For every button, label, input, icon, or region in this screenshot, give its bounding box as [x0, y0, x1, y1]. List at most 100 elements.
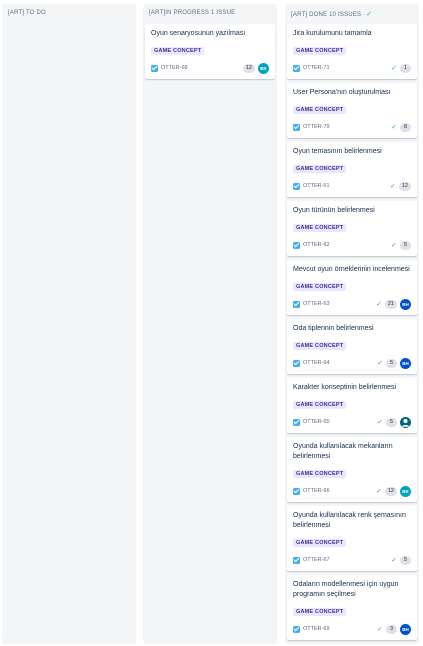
issue-card[interactable]: User Persona'nın oluşturulması GAME CONCE… [287, 83, 417, 138]
assignee-avatar[interactable]: BH [400, 357, 411, 369]
issue-card[interactable]: Jira kurulumunu tamamla GAME CONCEPT OTTER… [287, 24, 417, 79]
issue-title: Oyun senaryosunun yazılması [151, 30, 246, 37]
story-type-icon [293, 241, 300, 249]
issue-card[interactable]: Mevcut oyun örneklerinin incelenmesi GAME… [287, 260, 417, 315]
epic-label: GAME CONCEPT [293, 47, 347, 55]
issue-key[interactable]: OTTER-63 [303, 301, 376, 307]
issue-title: Oda tiplerinin belirlenmesi [293, 325, 374, 332]
story-points-badge: 5 [400, 555, 411, 565]
column-header: [ART] TO DO [2, 4, 136, 24]
card-footer: OTTER-67 ✓ 5 [293, 554, 411, 566]
issue-title: Karakter konseptinin belirlenmesi [293, 384, 397, 391]
issue-title: Oyunda kullanılacak mekanların belirlenm… [293, 443, 393, 460]
done-check-icon: ✓ [377, 419, 383, 426]
epic-label: GAME CONCEPT [293, 165, 347, 173]
issue-title: Mevcut oyun örneklerinin incelenmesi [293, 266, 410, 273]
card-list: Jira kurulumunu tamamla GAME CONCEPT OTTER… [285, 24, 419, 640]
epic-label: GAME CONCEPT [293, 470, 347, 478]
column-header: [ART]IN PROGRESS 1 ISSUE [143, 4, 277, 24]
card-footer: OTTER-68 12 BK [151, 62, 269, 74]
card-footer: OTTER-63 ✓ 21 BH [293, 298, 411, 310]
issue-card[interactable]: Oyunda kullanılacak renk şemasının belir… [287, 506, 417, 571]
issue-title: Oyunda kullanılacak renk şemasının belir… [293, 512, 406, 529]
issue-card[interactable]: Odaların modellenmesi için uygun program… [287, 575, 417, 640]
card-list: Oyun senaryosunun yazılması GAME CONCEPT O… [143, 24, 277, 79]
issue-title: Oyun temasının belirlenmesi [293, 148, 382, 155]
story-points-badge: 12 [398, 181, 411, 191]
issue-card[interactable]: Oyun temasının belirlenmesi GAME CONCEPT O… [287, 142, 417, 197]
story-points-badge: 12 [384, 486, 397, 496]
epic-label: GAME CONCEPT [293, 342, 347, 350]
story-points-badge: 5 [400, 240, 411, 250]
epic-label: GAME CONCEPT [293, 539, 347, 547]
done-check-icon: ✓ [377, 626, 383, 633]
done-check-icon: ✓ [390, 183, 396, 190]
story-type-icon [293, 182, 300, 190]
issue-card[interactable]: Karakter konseptinin belirlenmesi GAME CO… [287, 378, 417, 433]
issue-title: User Persona'nın oluşturulması [293, 89, 391, 96]
epic-label: GAME CONCEPT [293, 283, 347, 291]
assignee-avatar[interactable]: BK [258, 62, 269, 74]
issue-card[interactable]: Oyun senaryosunun yazılması GAME CONCEPT O… [145, 24, 275, 79]
story-points-badge: 12 [242, 63, 255, 73]
card-footer: OTTER-69 ✓ 3 BH [293, 623, 411, 635]
issue-key[interactable]: OTTER-67 [303, 557, 391, 563]
card-footer: OTTER-71 ✓ 1 [293, 62, 411, 74]
issue-title: Odaların modellenmesi için uygun program… [293, 581, 399, 598]
column-title: [ART]IN PROGRESS 1 ISSUE [149, 10, 236, 16]
story-points-badge: 1 [400, 63, 411, 73]
story-type-icon [293, 359, 300, 367]
story-points-badge: 5 [386, 358, 397, 368]
assignee-avatar[interactable]: BH [400, 298, 411, 310]
card-footer: OTTER-79 ✓ 8 [293, 121, 411, 133]
issue-key[interactable]: OTTER-65 [303, 419, 377, 425]
story-type-icon [293, 625, 300, 633]
story-type-icon [293, 418, 300, 426]
assignee-avatar[interactable] [400, 416, 411, 428]
issue-key[interactable]: OTTER-71 [303, 65, 391, 71]
issue-key[interactable]: OTTER-66 [303, 488, 376, 494]
column-done-check-icon: ✓ [366, 11, 373, 18]
column-title: [ART] TO DO [8, 10, 46, 16]
done-check-icon: ✓ [377, 360, 383, 367]
card-footer: OTTER-62 ✓ 5 [293, 239, 411, 251]
issue-card[interactable]: Oda tiplerinin belirlenmesi GAME CONCEPT O… [287, 319, 417, 374]
done-check-icon: ✓ [391, 557, 397, 564]
card-footer: OTTER-61 ✓ 12 [293, 180, 411, 192]
story-points-badge: 3 [386, 624, 397, 634]
card-footer: OTTER-64 ✓ 5 BH [293, 357, 411, 369]
story-points-badge: 5 [386, 417, 397, 427]
issue-key[interactable]: OTTER-62 [303, 242, 391, 248]
issue-card[interactable]: Oyun türünün belirlenmesi GAME CONCEPT OTT… [287, 201, 417, 256]
card-footer: OTTER-66 ✓ 12 BK [293, 485, 411, 497]
column-header: [ART] DONE 10 ISSUES ✓ [285, 4, 419, 24]
epic-label: GAME CONCEPT [151, 47, 205, 55]
issue-key[interactable]: OTTER-68 [161, 65, 243, 71]
card-footer: OTTER-65 ✓ 5 [293, 416, 411, 428]
issue-title: Oyun türünün belirlenmesi [293, 207, 375, 214]
issue-key[interactable]: OTTER-79 [303, 124, 391, 130]
issue-card[interactable]: Oyunda kullanılacak mekanların belirlenm… [287, 437, 417, 502]
done-check-icon: ✓ [376, 301, 382, 308]
story-points-badge: 21 [384, 299, 397, 309]
column-done[interactable]: [ART] DONE 10 ISSUES ✓ Jira kurulumunu t… [285, 4, 419, 644]
column-in-progress[interactable]: [ART]IN PROGRESS 1 ISSUE Oyun senaryosun… [143, 4, 277, 644]
person-icon [401, 418, 410, 427]
story-type-icon [293, 123, 300, 131]
epic-label: GAME CONCEPT [293, 224, 347, 232]
issue-key[interactable]: OTTER-69 [303, 626, 377, 632]
story-type-icon [151, 64, 158, 72]
assignee-avatar[interactable]: BH [400, 623, 411, 635]
epic-label: GAME CONCEPT [293, 401, 347, 409]
issue-key[interactable]: OTTER-61 [303, 183, 390, 189]
column-todo[interactable]: [ART] TO DO [2, 4, 136, 644]
done-check-icon: ✓ [391, 124, 397, 131]
done-check-icon: ✓ [391, 242, 397, 249]
story-type-icon [293, 300, 300, 308]
assignee-avatar[interactable]: BK [400, 485, 411, 497]
epic-label: GAME CONCEPT [293, 106, 347, 114]
column-title: [ART] DONE 10 ISSUES [291, 12, 362, 18]
story-points-badge: 8 [400, 122, 411, 132]
issue-key[interactable]: OTTER-64 [303, 360, 377, 366]
story-type-icon [293, 487, 300, 495]
